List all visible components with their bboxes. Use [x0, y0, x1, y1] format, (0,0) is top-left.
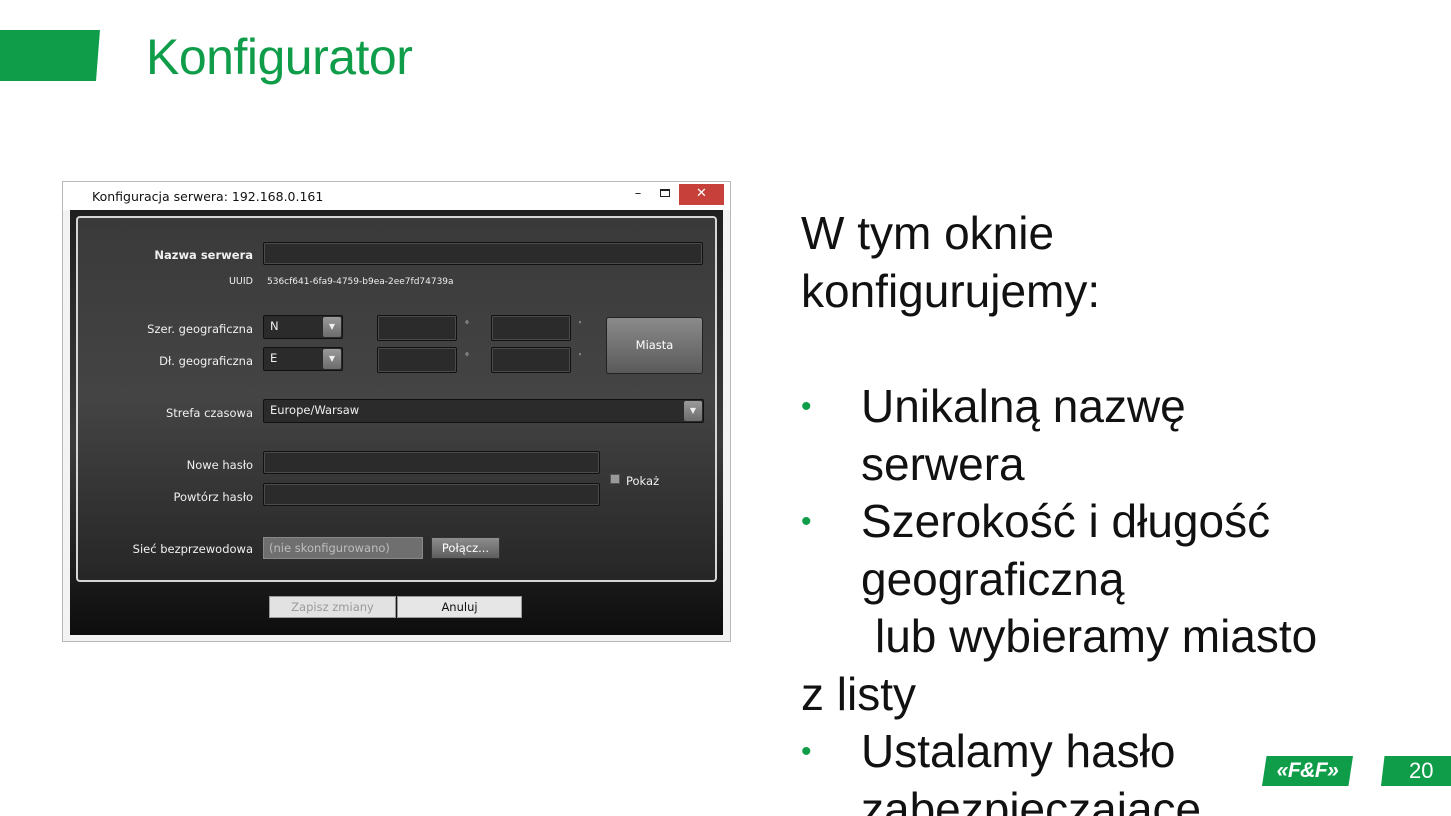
close-button[interactable]: ✕	[679, 184, 724, 205]
server-name-label: Nazwa serwera	[154, 248, 253, 262]
longitude-hemisphere-select[interactable]: E ▼	[263, 347, 343, 371]
server-config-window: Konfiguracja serwera: 192.168.0.161 – ✕ …	[62, 181, 731, 642]
intro-line: konfigurujemy:	[801, 264, 1101, 317]
window-body: Nazwa serwera UUID 536cf641-6fa9-4759-b9…	[70, 210, 723, 635]
list-item: • Unikalną nazwę serwera	[801, 378, 1401, 493]
intro-line: W tym oknie	[801, 207, 1055, 259]
window-titlebar: Konfiguracja serwera: 192.168.0.161 – ✕	[63, 182, 730, 210]
bullet-text: Unikalną nazwę	[861, 380, 1186, 432]
maximize-button[interactable]	[655, 184, 675, 205]
latitude-hemisphere-value: N	[270, 319, 279, 333]
save-button[interactable]: Zapisz zmiany	[269, 596, 396, 618]
bullet-continuation: z listy	[801, 667, 916, 720]
bullet-text: Szerokość i długość	[861, 495, 1271, 547]
wifi-label: Sieć bezprzewodowa	[132, 542, 253, 556]
show-password-checkbox[interactable]	[610, 474, 620, 484]
minute-symbol: '	[579, 320, 581, 331]
repeat-password-input[interactable]	[263, 483, 600, 506]
minute-symbol: '	[579, 352, 581, 363]
new-password-input[interactable]	[263, 451, 600, 474]
longitude-label: Dł. geograficzna	[159, 354, 253, 368]
bullet-continuation: lub wybieramy miasto	[875, 610, 1318, 662]
list-item: • Szerokość i długość geograficzną	[801, 493, 1401, 608]
longitude-hemisphere-value: E	[270, 351, 278, 365]
new-password-label: Nowe hasło	[186, 458, 253, 472]
chevron-down-icon: ▼	[684, 401, 702, 421]
page-number: 20	[1381, 756, 1451, 786]
latitude-minutes-input[interactable]	[491, 315, 571, 341]
maximize-icon	[660, 189, 670, 197]
chevron-down-icon: ▼	[323, 349, 341, 369]
settings-panel: Nazwa serwera UUID 536cf641-6fa9-4759-b9…	[76, 216, 717, 582]
minimize-button[interactable]: –	[629, 184, 647, 205]
longitude-degrees-input[interactable]	[377, 347, 457, 373]
bullet-icon: •	[801, 735, 812, 768]
timezone-select[interactable]: Europe/Warsaw ▼	[263, 399, 704, 423]
bullet-text: serwera	[861, 437, 1025, 490]
title-accent-bar	[0, 30, 100, 81]
degree-symbol: °	[465, 352, 469, 363]
uuid-label: UUID	[228, 276, 253, 287]
cities-button[interactable]: Miasta	[606, 317, 703, 374]
wifi-status-field: (nie skonfigurowano)	[263, 537, 423, 559]
company-logo: «F&F»	[1262, 756, 1353, 786]
server-name-input[interactable]	[263, 242, 703, 265]
show-password-label: Pokaż	[626, 474, 660, 488]
cancel-button[interactable]: Anuluj	[397, 596, 522, 618]
uuid-value: 536cf641-6fa9-4759-b9ea-2ee7fd74739a	[267, 277, 454, 287]
bullet-icon: •	[801, 390, 812, 423]
latitude-hemisphere-select[interactable]: N ▼	[263, 315, 343, 339]
timezone-label: Strefa czasowa	[166, 406, 253, 420]
bullet-text: geograficzną	[861, 552, 1125, 605]
latitude-label: Szer. geograficzna	[147, 322, 253, 336]
degree-symbol: °	[465, 320, 469, 331]
latitude-degrees-input[interactable]	[377, 315, 457, 341]
slide-title: Konfigurator	[146, 29, 413, 85]
timezone-value: Europe/Warsaw	[270, 403, 360, 417]
longitude-minutes-input[interactable]	[491, 347, 571, 373]
repeat-password-label: Powtórz hasło	[173, 490, 253, 504]
window-title: Konfiguracja serwera: 192.168.0.161	[92, 189, 324, 204]
connect-button[interactable]: Połącz...	[431, 537, 500, 559]
chevron-down-icon: ▼	[323, 317, 341, 337]
description-text: W tym oknie konfigurujemy: • Unikalną na…	[801, 205, 1401, 816]
bullet-icon: •	[801, 505, 812, 538]
